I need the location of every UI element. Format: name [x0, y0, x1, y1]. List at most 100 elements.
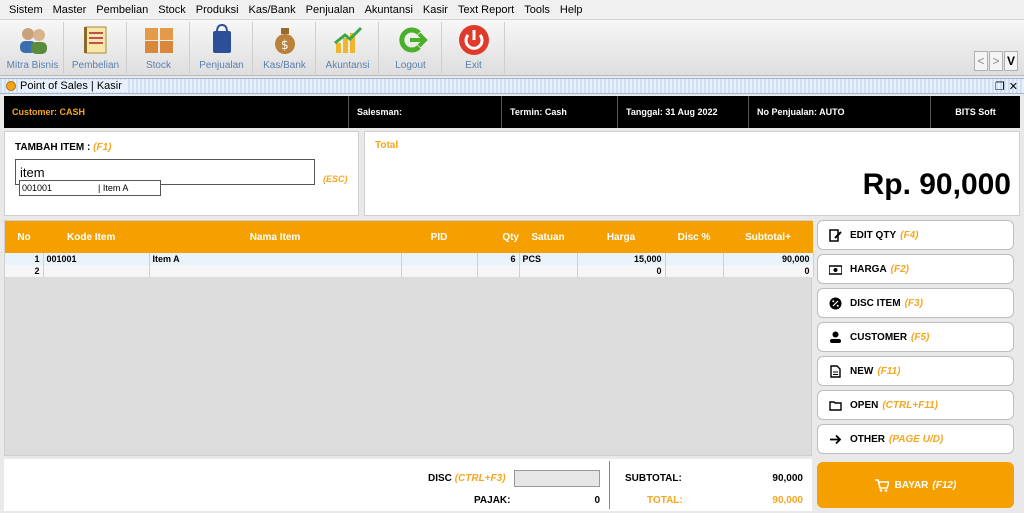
table-row[interactable]: 1 001001 Item A 6 PCS 15,000 90,000 — [5, 253, 814, 265]
toolbar-prev-button[interactable]: < — [974, 51, 988, 71]
cell-qty: 6 — [477, 253, 520, 265]
menu-help[interactable]: Help — [555, 4, 588, 16]
info-no-penjualan: No Penjualan: AUTO — [749, 96, 931, 128]
menu-akuntansi[interactable]: Akuntansi — [360, 4, 418, 16]
add-item-label: TAMBAH ITEM : (F1) — [15, 142, 111, 153]
total-footer-label: TOTAL: — [647, 495, 683, 506]
add-item-shortcut: (F1) — [93, 142, 112, 153]
menu-bar: Sistem Master Pembelian Stock Produksi K… — [0, 0, 1024, 20]
total-panel: Total Rp. 90,000 — [364, 131, 1020, 216]
window-restore-icon[interactable]: ❐ — [995, 80, 1005, 93]
disc-key: (CTRL+F3) — [454, 473, 506, 484]
menu-pembelian[interactable]: Pembelian — [91, 4, 153, 16]
menu-text-report[interactable]: Text Report — [453, 4, 519, 16]
new-button[interactable]: NEW (F11) — [817, 356, 1014, 386]
info-termin: Termin: Cash — [502, 96, 618, 128]
col-disc[interactable]: Disc % — [665, 221, 723, 253]
toolbar-v-button[interactable]: V — [1004, 51, 1018, 71]
col-qty[interactable]: Qty — [477, 221, 519, 253]
toolbar-label: Penjualan — [199, 60, 244, 71]
cell-nama — [149, 265, 402, 277]
disc-label: DISC (CTRL+F3) — [428, 473, 506, 484]
cell-harga: 0 — [577, 265, 666, 277]
svg-text:$: $ — [281, 38, 289, 52]
toolbar-mitra-bisnis-button[interactable]: Mitra Bisnis — [2, 22, 64, 74]
toolbar-label: Pembelian — [71, 60, 120, 71]
cell-nama: Item A — [149, 253, 402, 265]
menu-produksi[interactable]: Produksi — [191, 4, 244, 16]
menu-kasir[interactable]: Kasir — [418, 4, 453, 16]
toolbar-exit-button[interactable]: Exit — [443, 22, 505, 74]
toolbar-stock-button[interactable]: Stock — [128, 22, 190, 74]
col-no[interactable]: No — [5, 221, 43, 253]
cart-icon — [874, 478, 889, 492]
table-row[interactable]: 2 0 0 — [5, 265, 814, 277]
customer-key: (F5) — [911, 331, 930, 343]
toolbar: Mitra Bisnis Pembelian Stock Penjualan $… — [0, 20, 1024, 76]
logout-arrow-icon — [398, 27, 428, 53]
col-nama-item[interactable]: Nama Item — [149, 221, 401, 253]
col-satuan[interactable]: Satuan — [519, 221, 577, 253]
new-label: NEW — [850, 365, 874, 377]
money-bag-icon: $ — [274, 28, 295, 54]
other-key: (PAGE U/D) — [889, 433, 944, 445]
menu-master[interactable]: Master — [48, 4, 92, 16]
users-icon — [19, 28, 47, 54]
total-label: Total — [375, 140, 399, 151]
other-button[interactable]: OTHER (PAGE U/D) — [817, 424, 1014, 454]
item-grid: No Kode Item Nama Item PID Qty Satuan Ha… — [4, 220, 814, 456]
toolbar-akuntansi-button[interactable]: Akuntansi — [317, 22, 379, 74]
document-icon — [828, 364, 842, 378]
window-app-icon — [6, 81, 16, 91]
col-pid[interactable]: PID — [401, 221, 477, 253]
cell-satuan: PCS — [519, 253, 578, 265]
open-button[interactable]: OPEN (CTRL+F11) — [817, 390, 1014, 420]
toolbar-label: Mitra Bisnis — [6, 60, 59, 71]
toolbar-label: Stock — [145, 60, 171, 71]
folder-icon — [828, 398, 842, 412]
toolbar-kas-bank-button[interactable]: $ Kas/Bank — [254, 22, 316, 74]
col-harga[interactable]: Harga — [577, 221, 665, 253]
cell-subtotal: 90,000 — [723, 253, 814, 265]
disc-input[interactable] — [514, 470, 600, 487]
col-kode-item[interactable]: Kode Item — [43, 221, 149, 253]
cell-qty — [477, 265, 520, 277]
summary-footer: DISC (CTRL+F3) PAJAK: 0 SUBTOTAL: 90,000… — [4, 459, 812, 511]
subtotal-value: 90,000 — [772, 473, 803, 484]
cell-kode — [43, 265, 150, 277]
menu-stock[interactable]: Stock — [153, 4, 191, 16]
harga-key: (F2) — [890, 263, 910, 275]
open-key: (CTRL+F11) — [882, 399, 938, 411]
boxes-icon — [144, 28, 173, 53]
window-title-bar: Point of Sales | Kasir ❐ ✕ — [0, 78, 1024, 94]
disc-item-button[interactable]: DISC ITEM (F3) — [817, 288, 1014, 318]
pajak-value: 0 — [594, 495, 600, 506]
toolbar-label: Kas/Bank — [263, 60, 306, 71]
suggestion-code: 001001 — [22, 183, 53, 193]
bayar-label: BAYAR — [894, 479, 929, 491]
growth-chart-icon — [333, 26, 362, 53]
bayar-button[interactable]: BAYAR (F12) — [817, 462, 1014, 508]
shopping-bag-icon — [212, 23, 231, 53]
cell-no: 2 — [5, 265, 44, 277]
customer-label: CUSTOMER — [850, 331, 908, 343]
new-key: (F11) — [877, 365, 901, 377]
edit-qty-button[interactable]: EDIT QTY (F4) — [817, 220, 1014, 250]
grid-header-row: No Kode Item Nama Item PID Qty Satuan Ha… — [5, 221, 813, 253]
toolbar-logout-button[interactable]: Logout — [380, 22, 442, 74]
toolbar-next-button[interactable]: > — [989, 51, 1003, 71]
menu-penjualan[interactable]: Penjualan — [301, 4, 360, 16]
harga-label: HARGA — [850, 263, 887, 275]
toolbar-pembelian-button[interactable]: Pembelian — [65, 22, 127, 74]
item-suggestion[interactable]: 001001 | Item A — [19, 180, 161, 196]
toolbar-penjualan-button[interactable]: Penjualan — [191, 22, 253, 74]
menu-kas-bank[interactable]: Kas/Bank — [244, 4, 301, 16]
harga-button[interactable]: HARGA (F2) — [817, 254, 1014, 284]
disc-label-text: DISC — [428, 473, 452, 484]
menu-tools[interactable]: Tools — [519, 4, 555, 16]
window-close-icon[interactable]: ✕ — [1009, 80, 1018, 93]
cell-satuan — [519, 265, 578, 277]
col-subtotal[interactable]: Subtotal+ — [723, 221, 813, 253]
customer-button[interactable]: CUSTOMER (F5) — [817, 322, 1014, 352]
menu-sistem[interactable]: Sistem — [4, 4, 48, 16]
